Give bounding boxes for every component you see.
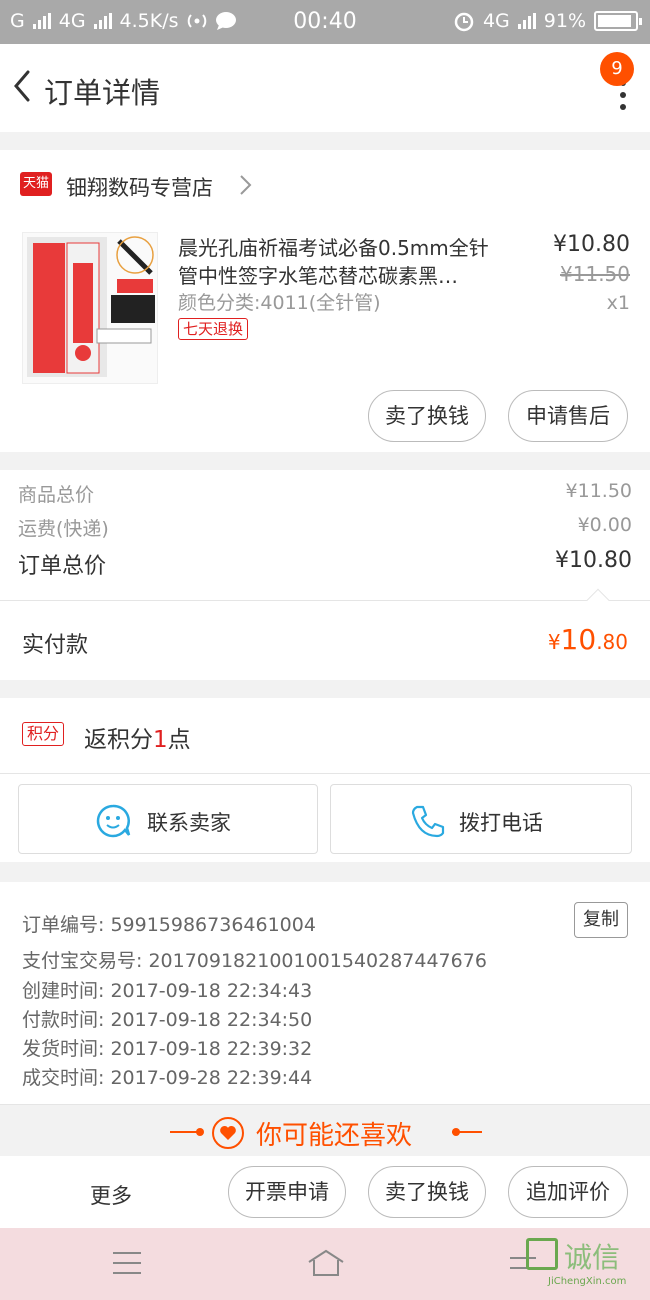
chevron-right-icon (240, 175, 252, 195)
paid-amount-dec: .80 (596, 630, 628, 654)
points-badge: 积分 (22, 722, 65, 746)
contact-seller-button[interactable]: 联系卖家 (18, 784, 318, 854)
recommend-title: 你可能还喜欢 (256, 1121, 413, 1151)
sell-button-bottom[interactable]: 卖了换钱 (368, 1166, 486, 1218)
page-title: 订单详情 (44, 76, 161, 110)
points-row: 积分 返积分1点 (0, 698, 650, 774)
paid-amount-int: 10 (560, 623, 597, 656)
watermark-logo: 诚信 JiChengXin.com (526, 1234, 642, 1290)
recommend-header: 你可能还喜欢 (0, 1104, 650, 1156)
order-total-label: 订单总价 (18, 554, 107, 579)
back-arrow-icon[interactable] (8, 66, 38, 106)
copy-button[interactable]: 复制 (574, 902, 628, 938)
shipped-time: 发货时间: 2017-09-18 22:39:32 (22, 1038, 313, 1060)
points-value: 1 (153, 727, 168, 753)
product-price: ¥10.80 (553, 232, 630, 257)
shop-name[interactable]: 钿翔数码专营店 (66, 172, 213, 202)
product-name[interactable]: 晨光孔庙祈福考试必备0.5mm全针管中性签字水笔芯替芯碳素黑… (178, 234, 508, 290)
order-number: 订单编号: 59915986736461004 (22, 914, 316, 936)
battery-fill (598, 15, 631, 27)
bottom-actions: 更多 开票申请 卖了换钱 追加评价 (0, 1156, 650, 1228)
order-total-row: 订单总价 ¥10.80 (18, 548, 632, 580)
goods-total-label: 商品总价 (18, 484, 95, 506)
points-text: 返积分1点 (84, 720, 191, 754)
battery-percent: 91% (543, 10, 586, 32)
created-time: 创建时间: 2017-09-18 22:34:43 (22, 980, 313, 1002)
after-sale-button[interactable]: 申请售后 (508, 390, 628, 442)
price-summary: 商品总价 ¥11.50 运费(快递) ¥0.00 订单总价 ¥10.80 (0, 470, 650, 600)
nav-bar: 订单详情 9 (0, 44, 650, 132)
notification-badge: 9 (600, 52, 634, 86)
call-button[interactable]: 拨打电话 (330, 784, 632, 854)
product-original-price: ¥11.50 (560, 262, 630, 286)
alarm-icon (454, 12, 474, 32)
shipping-label: 运费(快递) (18, 518, 109, 540)
tmall-badge: 天猫 (20, 172, 52, 196)
decor-dot-left (196, 1128, 204, 1136)
points-suffix: 点 (167, 727, 191, 753)
points-prefix: 返积分 (84, 727, 153, 753)
chat-face-icon (96, 804, 131, 838)
sell-button[interactable]: 卖了换钱 (368, 390, 486, 442)
watermark-text: 诚信 (564, 1241, 621, 1274)
shipping-value: ¥0.00 (577, 514, 632, 536)
decor-line-right (452, 1131, 482, 1133)
system-nav-bar: 诚信 JiChengXin.com (0, 1228, 650, 1300)
network-label-right: 4G (482, 10, 510, 32)
add-review-button[interactable]: 追加评价 (508, 1166, 628, 1218)
battery-icon (594, 11, 642, 31)
completed-time: 成交时间: 2017-09-28 22:39:44 (22, 1067, 313, 1089)
order-total-value: ¥10.80 (555, 548, 632, 573)
goods-total-row: 商品总价 ¥11.50 (18, 480, 632, 507)
paid-time: 付款时间: 2017-09-18 22:34:50 (22, 1009, 313, 1031)
contact-row: 联系卖家 拨打电话 (0, 774, 650, 862)
watermark-square-icon (526, 1238, 558, 1270)
shipping-row: 运费(快递) ¥0.00 (18, 514, 632, 541)
home-icon[interactable] (306, 1248, 346, 1278)
more-button[interactable]: 更多 (90, 1180, 132, 1210)
product-image (27, 236, 155, 377)
paid-row: 实付款 ¥10.80 (0, 588, 650, 680)
call-label: 拨打电话 (459, 811, 543, 835)
product-thumbnail[interactable] (22, 232, 158, 384)
product-quantity: x1 (606, 292, 630, 314)
signal-icon-3 (517, 13, 536, 29)
status-bar: G 4G 4.5K/s 00:40 4G 91% (0, 0, 650, 44)
heart-icon (212, 1117, 244, 1149)
shop-row[interactable]: 天猫 钿翔数码专营店 (0, 150, 650, 220)
status-right: 4G 91% (453, 10, 642, 32)
goods-total-value: ¥11.50 (565, 480, 632, 502)
paid-label: 实付款 (22, 633, 89, 658)
product-card: 晨光孔庙祈福考试必备0.5mm全针管中性签字水笔芯替芯碳素黑… 颜色分类:401… (0, 220, 650, 452)
phone-icon (411, 805, 445, 838)
contact-seller-label: 联系卖家 (147, 811, 231, 835)
alipay-trade-number: 支付宝交易号: 2017091821001001540287447676 (22, 950, 487, 972)
invoice-button[interactable]: 开票申请 (228, 1166, 346, 1218)
paid-currency: ¥ (547, 630, 561, 654)
watermark-url: JiChengXin.com (548, 1276, 627, 1287)
product-spec: 颜色分类:4011(全针管) (178, 292, 381, 314)
paid-amount: ¥10.80 (548, 623, 628, 656)
seven-day-return-tag: 七天退换 (178, 318, 249, 340)
menu-icon[interactable] (110, 1248, 144, 1278)
order-info: 订单编号: 59915986736461004 复制 支付宝交易号: 20170… (0, 882, 650, 1104)
